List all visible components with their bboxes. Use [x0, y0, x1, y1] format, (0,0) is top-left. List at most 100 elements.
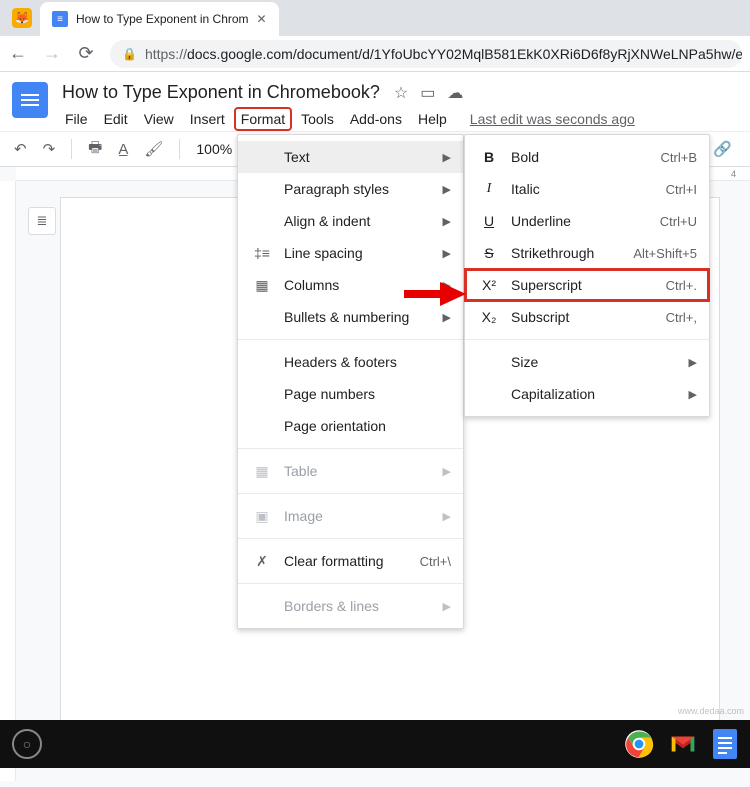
shortcut-label: Alt+Shift+5 [633, 246, 697, 261]
address-bar[interactable]: 🔒 https://docs.google.com/document/d/1Yf… [110, 40, 742, 68]
text-item-size[interactable]: Size▶ [465, 346, 709, 378]
outline-toggle-icon[interactable]: ≣ [28, 207, 56, 235]
close-tab-icon[interactable]: ✕ [257, 12, 267, 26]
menu-insert[interactable]: Insert [183, 107, 232, 131]
text-item-italic[interactable]: IItalicCtrl+I [465, 173, 709, 205]
text-item-superscript[interactable]: X² Superscript Ctrl+. [465, 269, 709, 301]
format-item-paragraph-styles[interactable]: Paragraph styles▶ [238, 173, 463, 205]
menu-item-label: Image [284, 508, 431, 524]
last-edit-link[interactable]: Last edit was seconds ago [470, 111, 635, 127]
format-item-columns[interactable]: ▦Columns▶ [238, 269, 463, 301]
shortcut-label: Ctrl+. [666, 278, 697, 293]
taskbar: ○ [0, 720, 750, 768]
menu-item-label: Table [284, 463, 431, 479]
tab-title: How to Type Exponent in Chrom [76, 12, 249, 26]
shortcut-label: Ctrl+, [666, 310, 697, 325]
text-item-bold[interactable]: BBoldCtrl+B [465, 141, 709, 173]
docs-header: How to Type Exponent in Chromebook? ☆ ▭ … [0, 72, 750, 131]
menu-tools[interactable]: Tools [294, 107, 341, 131]
move-icon[interactable]: ▭ [420, 83, 435, 103]
chevron-right-icon: ▶ [443, 600, 451, 613]
launcher-button[interactable]: ○ [12, 729, 42, 759]
browser-tab[interactable]: ≡ How to Type Exponent in Chrom ✕ [40, 2, 279, 36]
line-spacing-icon: ‡≡ [252, 245, 272, 261]
text-submenu: BBoldCtrl+BIItalicCtrl+IUUnderlineCtrl+U… [464, 134, 710, 417]
underline-icon: U [479, 213, 499, 229]
docs-app-icon[interactable] [712, 729, 738, 759]
menu-item-label: Underline [511, 213, 648, 229]
vertical-ruler[interactable] [0, 181, 16, 781]
shortcut-label: Ctrl+\ [420, 554, 451, 569]
format-item-image: ▣ Image ▶ [238, 500, 463, 532]
shortcut-label: Ctrl+U [660, 214, 697, 229]
undo-icon[interactable]: ↶ [14, 140, 27, 158]
menu-separator [238, 339, 463, 340]
menu-edit[interactable]: Edit [97, 107, 135, 131]
menu-bar: File Edit View Insert Format Tools Add-o… [58, 107, 738, 131]
menu-separator [238, 493, 463, 494]
print-icon[interactable]: 🖶 [88, 137, 102, 162]
star-icon[interactable]: ☆ [394, 83, 408, 103]
format-item-text[interactable]: Text ▶ [238, 141, 463, 173]
url-text: docs.google.com/document/d/1YfoUbcYY02Mq… [187, 46, 742, 62]
image-icon: ▣ [252, 508, 272, 525]
reload-button[interactable]: ⟳ [76, 43, 96, 64]
watermark: www.dedaa.com [678, 706, 744, 716]
format-item-line-spacing[interactable]: ‡≡Line spacing▶ [238, 237, 463, 269]
format-item-borders-lines: Borders & lines ▶ [238, 590, 463, 622]
columns-icon: ▦ [252, 277, 272, 294]
back-button[interactable]: ← [8, 43, 28, 64]
spellcheck-icon[interactable]: A̲ [118, 141, 128, 158]
format-item-page-numbers[interactable]: Page numbers [238, 378, 463, 410]
menu-format[interactable]: Format [234, 107, 292, 131]
redo-icon[interactable]: ↷ [43, 140, 56, 158]
menu-item-label: Strikethrough [511, 245, 621, 261]
shortcut-label: Ctrl+B [661, 150, 697, 165]
home-favicon[interactable]: 🦊 [12, 8, 32, 28]
chevron-right-icon: ▶ [443, 183, 451, 196]
insert-link-icon[interactable]: 🔗 [713, 140, 732, 158]
chevron-right-icon: ▶ [443, 151, 451, 164]
browser-tab-strip: 🦊 ≡ How to Type Exponent in Chrom ✕ [0, 0, 750, 36]
chevron-right-icon: ▶ [443, 510, 451, 523]
format-item-table: ▦ Table ▶ [238, 455, 463, 487]
url-protocol: https:// [145, 46, 187, 62]
chevron-right-icon: ▶ [443, 465, 451, 478]
text-item-capitalization[interactable]: Capitalization▶ [465, 378, 709, 410]
format-item-clear-formatting[interactable]: ✗Clear formattingCtrl+\ [238, 545, 463, 577]
format-item-headers-footers[interactable]: Headers & footers [238, 346, 463, 378]
chrome-icon[interactable] [624, 729, 654, 759]
forward-button: → [42, 43, 62, 64]
ruler-mark: 4 [731, 169, 736, 179]
menu-item-label: Text [284, 149, 431, 165]
menu-item-label: Borders & lines [284, 598, 431, 614]
menu-help[interactable]: Help [411, 107, 454, 131]
paint-format-icon[interactable]: 🖌 [144, 140, 163, 158]
text-item-strikethrough[interactable]: SStrikethroughAlt+Shift+5 [465, 237, 709, 269]
menu-item-label: Superscript [511, 277, 654, 293]
table-icon: ▦ [252, 463, 272, 480]
docs-favicon: ≡ [52, 11, 68, 27]
chevron-right-icon: ▶ [443, 311, 451, 324]
menu-file[interactable]: File [58, 107, 95, 131]
menu-item-label: Bold [511, 149, 649, 165]
menu-item-label: Line spacing [284, 245, 431, 261]
menu-separator [238, 583, 463, 584]
format-item-bullets-numbering[interactable]: Bullets & numbering ▶ [238, 301, 463, 333]
separator [179, 139, 180, 159]
menu-item-label: Bullets & numbering [284, 309, 431, 325]
document-title[interactable]: How to Type Exponent in Chromebook? [58, 80, 384, 105]
cloud-icon[interactable]: ☁ [447, 83, 463, 103]
menu-item-label: Headers & footers [284, 354, 451, 370]
text-item-subscript[interactable]: X₂SubscriptCtrl+, [465, 301, 709, 333]
menu-addons[interactable]: Add-ons [343, 107, 409, 131]
text-item-underline[interactable]: U Underline Ctrl+U [465, 205, 709, 237]
menu-item-label: Align & indent [284, 213, 431, 229]
menu-item-label: Page orientation [284, 418, 451, 434]
menu-view[interactable]: View [137, 107, 181, 131]
format-item-page-orientation[interactable]: Page orientation [238, 410, 463, 442]
format-item-align-indent[interactable]: Align & indent▶ [238, 205, 463, 237]
superscript-icon: X² [479, 277, 499, 293]
gmail-icon[interactable] [668, 729, 698, 759]
docs-logo[interactable] [12, 82, 48, 118]
